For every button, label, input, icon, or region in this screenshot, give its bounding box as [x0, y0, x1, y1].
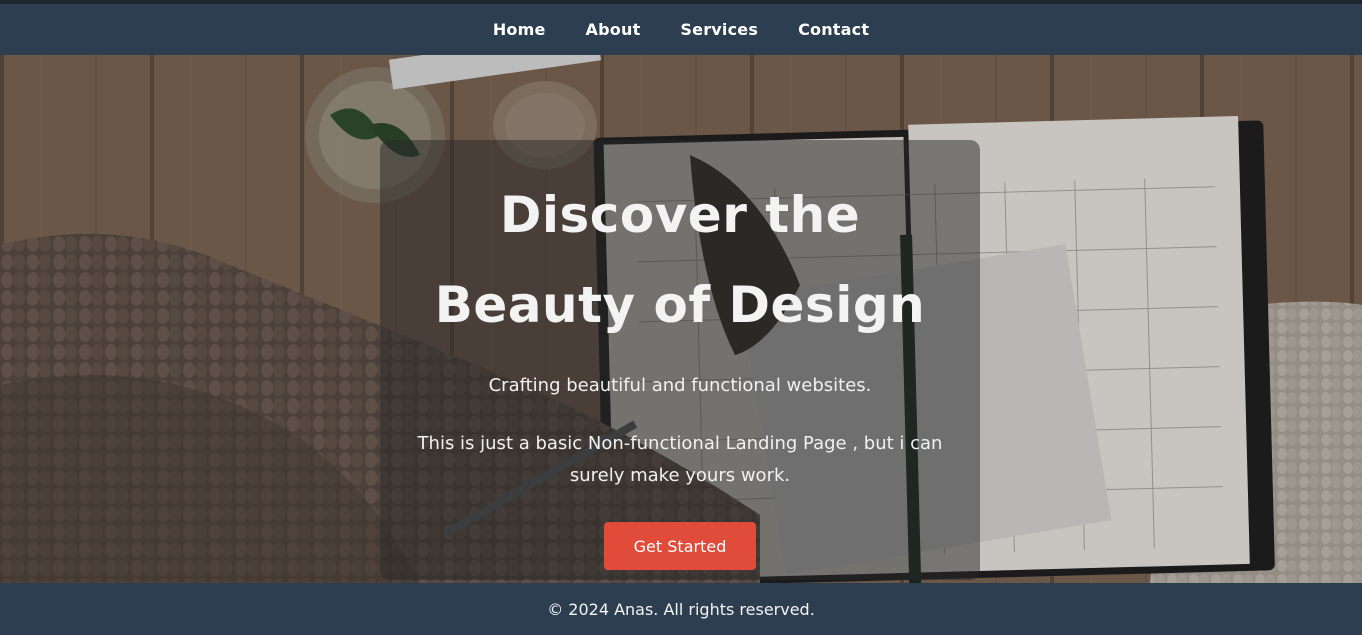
headline-line-2: Beauty of Design [434, 276, 926, 334]
hero-subtitle: Crafting beautiful and functional websit… [488, 375, 872, 396]
headline-line-1: Discover the [499, 186, 861, 244]
navbar: Home About Services Contact [0, 4, 1362, 55]
hero-section: Discover the Beauty of Design Crafting b… [0, 55, 1362, 583]
nav-link-home[interactable]: Home [493, 20, 546, 39]
nav-link-about[interactable]: About [586, 20, 641, 39]
hero-content-panel: Discover the Beauty of Design Crafting b… [380, 140, 980, 580]
nav-link-services[interactable]: Services [680, 20, 758, 39]
hero-headline: Discover the Beauty of Design [400, 170, 960, 350]
get-started-button[interactable]: Get Started [604, 522, 756, 570]
hero-description: This is just a basic Non-functional Land… [417, 433, 943, 486]
nav-link-contact[interactable]: Contact [798, 20, 869, 39]
copyright-text: © 2024 Anas. All rights reserved. [547, 599, 815, 619]
footer: © 2024 Anas. All rights reserved. [0, 583, 1362, 635]
